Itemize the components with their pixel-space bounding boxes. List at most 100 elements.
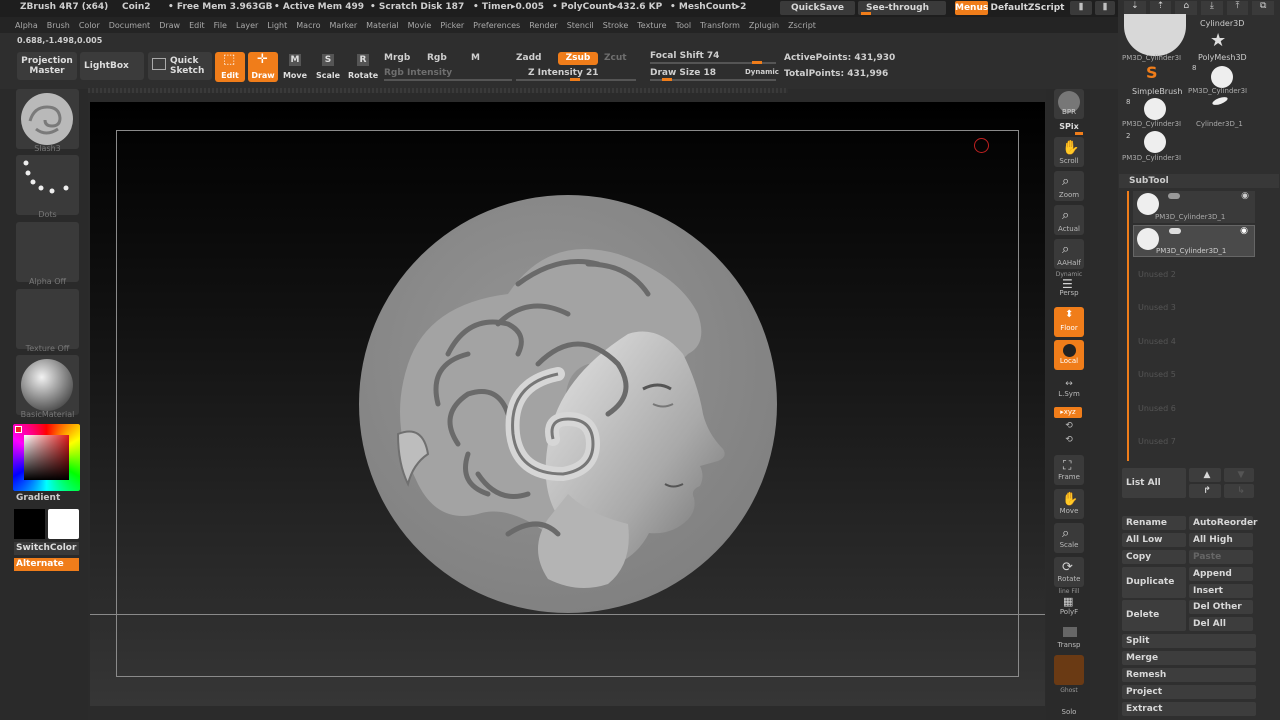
default-zscript-button[interactable]: DefaultZScript: [990, 1, 1065, 15]
copy-button[interactable]: Copy: [1122, 550, 1186, 564]
menu-edit[interactable]: Edit: [189, 21, 205, 30]
menu-texture[interactable]: Texture: [637, 21, 666, 30]
extract-button[interactable]: Extract: [1122, 702, 1256, 716]
menu-preferences[interactable]: Preferences: [473, 21, 520, 30]
menu-color[interactable]: Color: [79, 21, 100, 30]
texture-thumbnail[interactable]: [16, 289, 79, 349]
alpha-thumbnail[interactable]: [16, 222, 79, 282]
zcut-button[interactable]: Zcut: [604, 53, 627, 63]
pm3d-tool-thumbnail-2[interactable]: [1144, 131, 1166, 153]
projection-master-button[interactable]: Projection Master: [17, 52, 77, 80]
brush-thumbnail[interactable]: [16, 89, 79, 149]
move-left-arrow-icon[interactable]: ↳: [1224, 484, 1254, 498]
floor-button[interactable]: ⬍: [1054, 307, 1084, 337]
subtool-scrollbar[interactable]: [1127, 191, 1129, 461]
rotate-button[interactable]: R Rotate: [348, 52, 378, 82]
draw-button[interactable]: ✛ Draw: [248, 52, 278, 82]
z-intensity-slider[interactable]: Z Intensity 21: [528, 68, 599, 78]
canvas-viewport[interactable]: [90, 102, 1045, 706]
material-thumbnail[interactable]: [16, 355, 79, 415]
merge-button[interactable]: Merge: [1122, 651, 1256, 665]
m-button[interactable]: M: [471, 53, 480, 63]
import-icon[interactable]: ⤓: [1201, 1, 1223, 15]
local-button[interactable]: [1054, 340, 1084, 370]
project-button[interactable]: Project: [1122, 685, 1256, 699]
viewport-scroll-handle[interactable]: [510, 708, 570, 716]
polymesh-star-icon[interactable]: ★: [1210, 30, 1226, 51]
pm3d-tool-thumbnail[interactable]: [1144, 98, 1166, 120]
toggle-icon[interactable]: ⫴: [1070, 1, 1092, 15]
clone-icon[interactable]: ⧉: [1252, 1, 1275, 15]
visibility-eye-icon-2[interactable]: ◉: [1240, 226, 1248, 236]
menu-transform[interactable]: Transform: [700, 21, 740, 30]
menu-zplugin[interactable]: Zplugin: [749, 21, 779, 30]
menu-stencil[interactable]: Stencil: [567, 21, 594, 30]
rotate-y-icon[interactable]: ⟲: [1048, 421, 1090, 431]
menu-tool[interactable]: Tool: [676, 21, 692, 30]
cylinder3d-label[interactable]: Cylinder3D: [1200, 19, 1244, 28]
move-right-arrow-icon[interactable]: ↱: [1189, 484, 1221, 498]
menu-light[interactable]: Light: [267, 21, 287, 30]
rename-button[interactable]: Rename: [1122, 516, 1186, 530]
move-button[interactable]: M Move: [282, 52, 308, 82]
subtool-item-2[interactable]: ◉ PM3D_Cylinder3D_1: [1133, 225, 1255, 257]
subtool-toggle-2[interactable]: [1169, 228, 1181, 234]
menu-brush[interactable]: Brush: [47, 21, 70, 30]
move-up-arrow-icon[interactable]: ▲: [1189, 468, 1221, 482]
menu-layer[interactable]: Layer: [236, 21, 258, 30]
mrgb-button[interactable]: Mrgb: [384, 53, 410, 63]
edit-button[interactable]: ⬚ Edit: [215, 52, 245, 82]
xyz-button[interactable]: ▸xyz: [1054, 407, 1082, 418]
color-picker[interactable]: [13, 424, 80, 491]
paste-button[interactable]: Paste: [1189, 550, 1253, 564]
subtool-item-1[interactable]: ◉ PM3D_Cylinder3D_1: [1133, 191, 1255, 223]
ghost-button[interactable]: [1054, 655, 1084, 685]
menu-file[interactable]: File: [214, 21, 227, 30]
switch-color-button[interactable]: SwitchColor: [14, 542, 79, 555]
menu-material[interactable]: Material: [366, 21, 399, 30]
subtool-header[interactable]: SubTool: [1119, 174, 1279, 188]
zadd-button[interactable]: Zadd: [516, 53, 541, 63]
move-down-arrow-icon[interactable]: ▼: [1224, 468, 1254, 482]
spix-slider[interactable]: SPix: [1048, 122, 1090, 131]
save-tool-icon[interactable]: ⇡: [1149, 1, 1172, 15]
secondary-color-swatch[interactable]: [48, 509, 79, 539]
main-color-swatch[interactable]: [14, 509, 45, 539]
alternate-button[interactable]: Alternate: [14, 558, 79, 571]
split-button[interactable]: Split: [1122, 634, 1256, 648]
list-all-button[interactable]: List All: [1122, 468, 1186, 498]
line-fill-toggle[interactable]: line Fill: [1048, 588, 1090, 595]
menu-stroke[interactable]: Stroke: [603, 21, 629, 30]
scale-button[interactable]: S Scale: [314, 52, 342, 82]
del-all-button[interactable]: Del All: [1189, 617, 1253, 631]
menu-marker[interactable]: Marker: [329, 21, 357, 30]
subtool-toggle-1[interactable]: [1168, 193, 1180, 199]
append-button[interactable]: Append: [1189, 567, 1253, 581]
delete-button[interactable]: Delete: [1122, 600, 1186, 631]
stroke-thumbnail[interactable]: [16, 155, 79, 215]
rgb-button[interactable]: Rgb: [427, 53, 447, 63]
dynamic-toggle[interactable]: Dynamic: [745, 68, 779, 76]
export-icon[interactable]: ⤒: [1226, 1, 1249, 15]
rgb-intensity-slider[interactable]: Rgb Intensity: [384, 68, 452, 78]
solo-button[interactable]: Solo: [1048, 708, 1090, 716]
focal-shift-slider[interactable]: Focal Shift 74: [650, 51, 719, 61]
menu-movie[interactable]: Movie: [408, 21, 432, 30]
draw-size-slider[interactable]: Draw Size 18: [650, 68, 716, 78]
del-other-button[interactable]: Del Other: [1189, 600, 1253, 614]
see-through-slider[interactable]: See-through 0: [858, 1, 946, 27]
insert-button[interactable]: Insert: [1189, 584, 1253, 598]
menu-render[interactable]: Render: [529, 21, 557, 30]
load-tool-icon[interactable]: ⇣: [1124, 1, 1146, 15]
tray-icon[interactable]: ⫴: [1095, 1, 1115, 15]
menu-document[interactable]: Document: [109, 21, 150, 30]
menu-alpha[interactable]: Alpha: [15, 21, 38, 30]
menu-zscript[interactable]: Zscript: [788, 21, 816, 30]
gradient-label[interactable]: Gradient: [16, 493, 60, 503]
simplebrush-icon[interactable]: S: [1146, 63, 1158, 82]
menu-picker[interactable]: Picker: [440, 21, 464, 30]
all-high-button[interactable]: All High: [1189, 533, 1253, 547]
cylinder-tool-thumbnail[interactable]: [1211, 66, 1233, 88]
quicksave-button[interactable]: QuickSave: [780, 1, 855, 15]
lock-icon[interactable]: ⌂: [1175, 1, 1198, 15]
